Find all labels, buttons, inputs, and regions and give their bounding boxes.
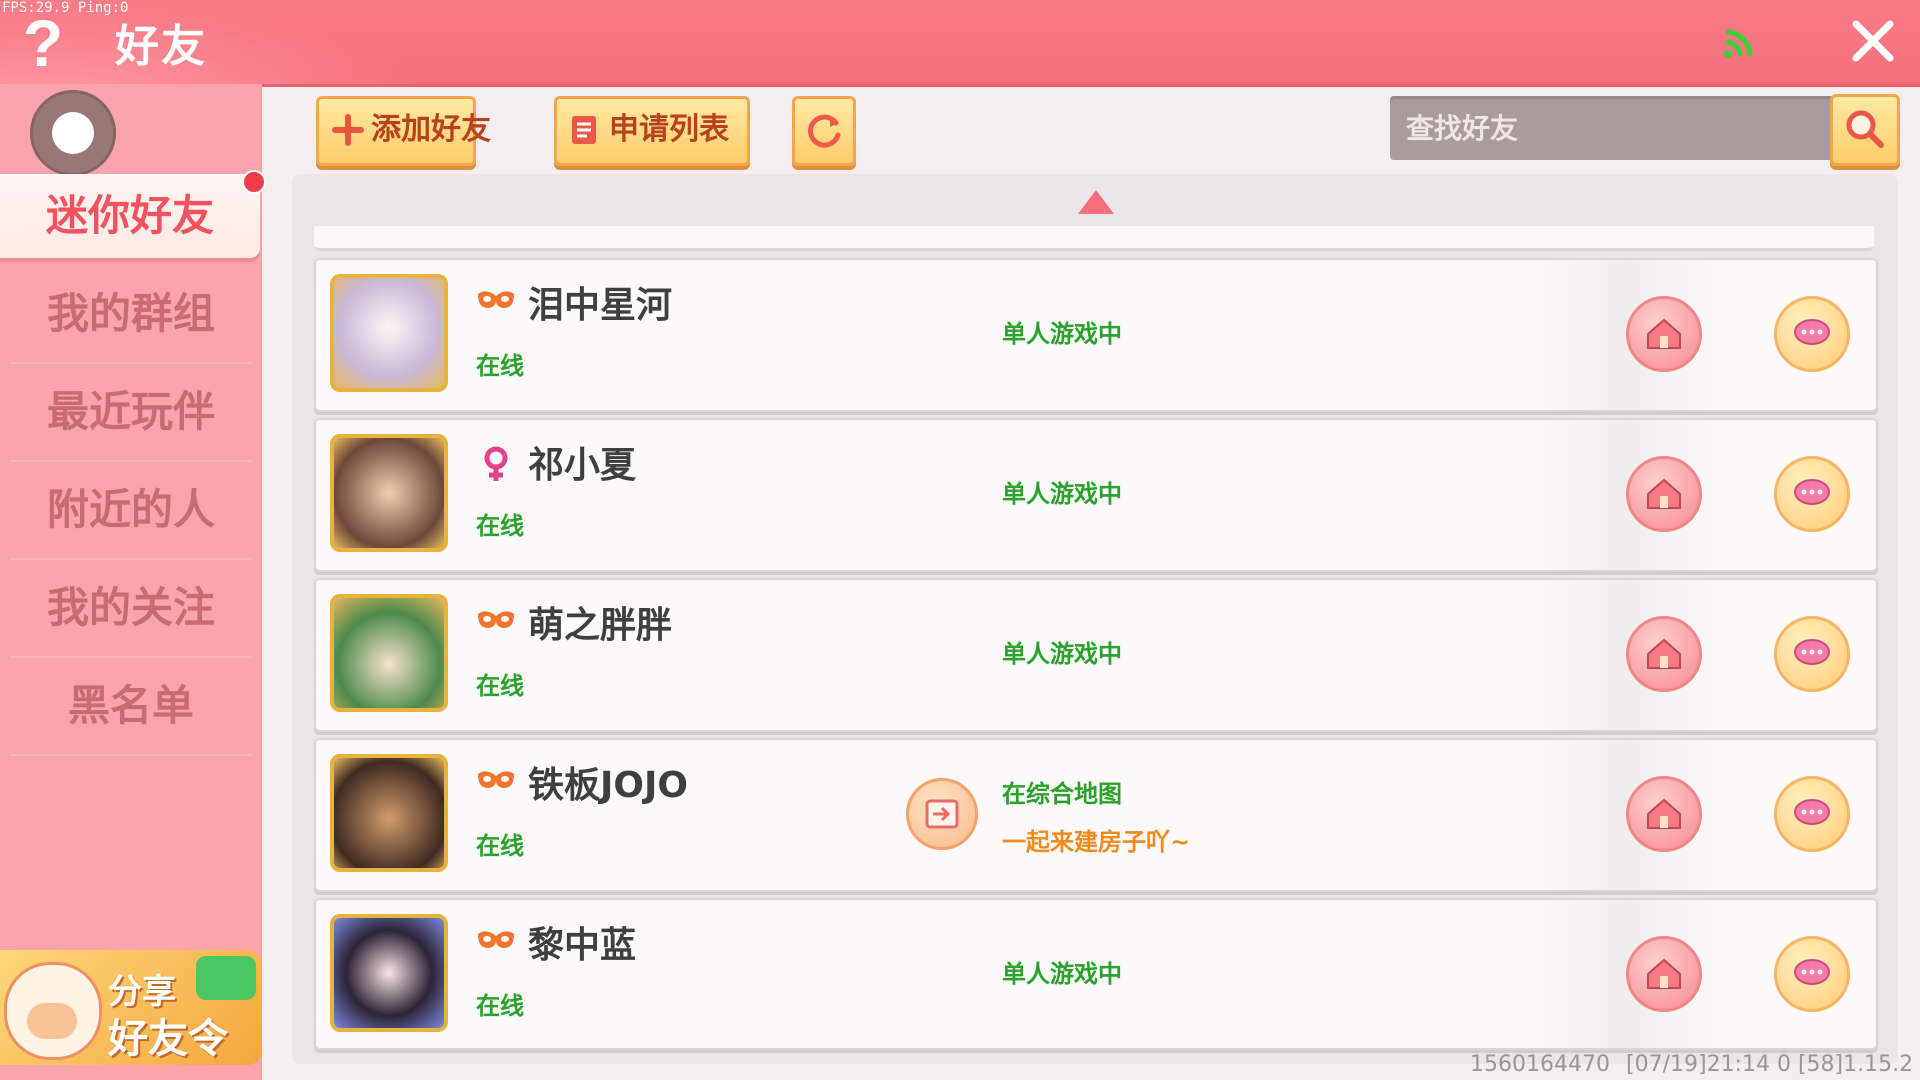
- friend-name: 铁板JOJO: [528, 765, 688, 806]
- friend-name: 祁小夏: [528, 445, 637, 486]
- friend-name: 泪中星河: [528, 285, 673, 326]
- house-icon: [1647, 638, 1681, 669]
- chat-icon: [1794, 639, 1830, 665]
- visit-home-button[interactable]: [1626, 296, 1702, 372]
- list-item: [314, 226, 1874, 251]
- search-input[interactable]: [1404, 104, 1818, 152]
- visit-home-button[interactable]: [1626, 456, 1702, 532]
- sidebar-item-recent-players[interactable]: 最近玩伴: [10, 364, 252, 462]
- online-status: 在线: [476, 512, 524, 540]
- friend-avatar[interactable]: [330, 434, 448, 552]
- online-status: 在线: [476, 672, 524, 700]
- activity-status: 单人游戏中: [1002, 480, 1122, 508]
- plus-icon: [332, 114, 364, 146]
- mask-icon: [478, 771, 514, 788]
- house-icon: [1647, 798, 1681, 829]
- share-friend-code-button[interactable]: 分享 好友令: [0, 950, 262, 1065]
- refresh-button[interactable]: [792, 96, 856, 166]
- chat-icon: [1794, 479, 1830, 505]
- mask-icon: [478, 611, 514, 628]
- apply-list-button[interactable]: 申请列表: [554, 96, 750, 166]
- activity-substatus: 一起来建房子吖~: [1002, 828, 1191, 856]
- notification-dot: [242, 170, 266, 194]
- add-friend-button[interactable]: 添加好友: [316, 96, 491, 166]
- friend-avatar[interactable]: [330, 274, 448, 392]
- sidebar-item-nearby[interactable]: 附近的人: [10, 462, 252, 560]
- mask-icon: [478, 291, 514, 308]
- friend-avatar[interactable]: [330, 914, 448, 1032]
- friend-row[interactable]: 泪中星河 在线 单人游戏中: [314, 258, 1878, 412]
- chat-button[interactable]: [1774, 296, 1850, 372]
- friend-row[interactable]: 祁小夏 在线 单人游戏中: [314, 418, 1878, 572]
- chat-button[interactable]: [1774, 616, 1850, 692]
- page-title: 好友: [115, 21, 207, 72]
- signal-icon: [1724, 29, 1753, 58]
- sidebar-item-my-groups[interactable]: 我的群组: [10, 266, 252, 364]
- join-game-button[interactable]: [906, 778, 978, 850]
- online-status: 在线: [476, 992, 524, 1020]
- user-id-text: 1560164470: [1470, 1052, 1610, 1077]
- house-icon: [1647, 478, 1681, 509]
- search-field: [1390, 96, 1832, 160]
- chat-button[interactable]: [1774, 936, 1850, 1012]
- friend-row[interactable]: 铁板JOJO 在线 在综合地图 一起来建房子吖~: [314, 738, 1878, 892]
- chat-icon: [1794, 959, 1830, 985]
- add-friend-label: 添加好友: [371, 112, 491, 147]
- mascot-icon: [4, 962, 102, 1060]
- friend-row[interactable]: 萌之胖胖 在线 单人游戏中: [314, 578, 1878, 732]
- sidebar-item-following[interactable]: 我的关注: [10, 560, 252, 658]
- friend-name: 萌之胖胖: [528, 605, 673, 646]
- search-icon: [1846, 110, 1884, 148]
- share-label-2: 好友令: [108, 1016, 228, 1062]
- activity-status: 在综合地图: [1002, 780, 1122, 808]
- question-mark-icon[interactable]: ?: [18, 8, 68, 78]
- online-status: 在线: [476, 352, 524, 380]
- activity-status: 单人游戏中: [1002, 960, 1122, 988]
- visit-home-button[interactable]: [1626, 616, 1702, 692]
- friend-avatar[interactable]: [330, 754, 448, 872]
- wechat-icon: [196, 956, 256, 1000]
- chat-icon: [1794, 799, 1830, 825]
- apply-list-label: 申请列表: [609, 112, 729, 147]
- activity-status: 单人游戏中: [1002, 640, 1122, 668]
- house-icon: [1647, 318, 1681, 349]
- visit-home-button[interactable]: [1626, 776, 1702, 852]
- friend-row[interactable]: 黎中蓝 在线 单人游戏中: [314, 898, 1878, 1050]
- scroll-up-icon[interactable]: [1078, 190, 1114, 214]
- friend-name: 黎中蓝: [528, 925, 637, 966]
- list-icon: [572, 116, 596, 144]
- search-button[interactable]: [1830, 94, 1900, 166]
- enter-door-icon: [925, 799, 959, 829]
- sidebar-item-blacklist[interactable]: 黑名单: [10, 658, 252, 756]
- chat-button[interactable]: [1774, 776, 1850, 852]
- visit-home-button[interactable]: [1626, 936, 1702, 1012]
- avatar[interactable]: [30, 90, 116, 176]
- house-icon: [1647, 958, 1681, 989]
- version-text: [07/19]21:14 0 [58]1.15.2: [1626, 1052, 1914, 1077]
- friend-avatar[interactable]: [330, 594, 448, 712]
- chat-icon: [1794, 319, 1830, 345]
- refresh-icon: [808, 114, 841, 148]
- female-icon: [484, 446, 508, 481]
- online-status: 在线: [476, 832, 524, 860]
- title-bar: FPS:29.9 Ping:0 ? 好友: [0, 0, 1920, 84]
- activity-status: 单人游戏中: [1002, 320, 1122, 348]
- mask-icon: [478, 931, 514, 948]
- sidebar-item-mini-friends[interactable]: 迷你好友: [0, 174, 260, 258]
- close-icon[interactable]: [1850, 18, 1896, 64]
- chat-button[interactable]: [1774, 456, 1850, 532]
